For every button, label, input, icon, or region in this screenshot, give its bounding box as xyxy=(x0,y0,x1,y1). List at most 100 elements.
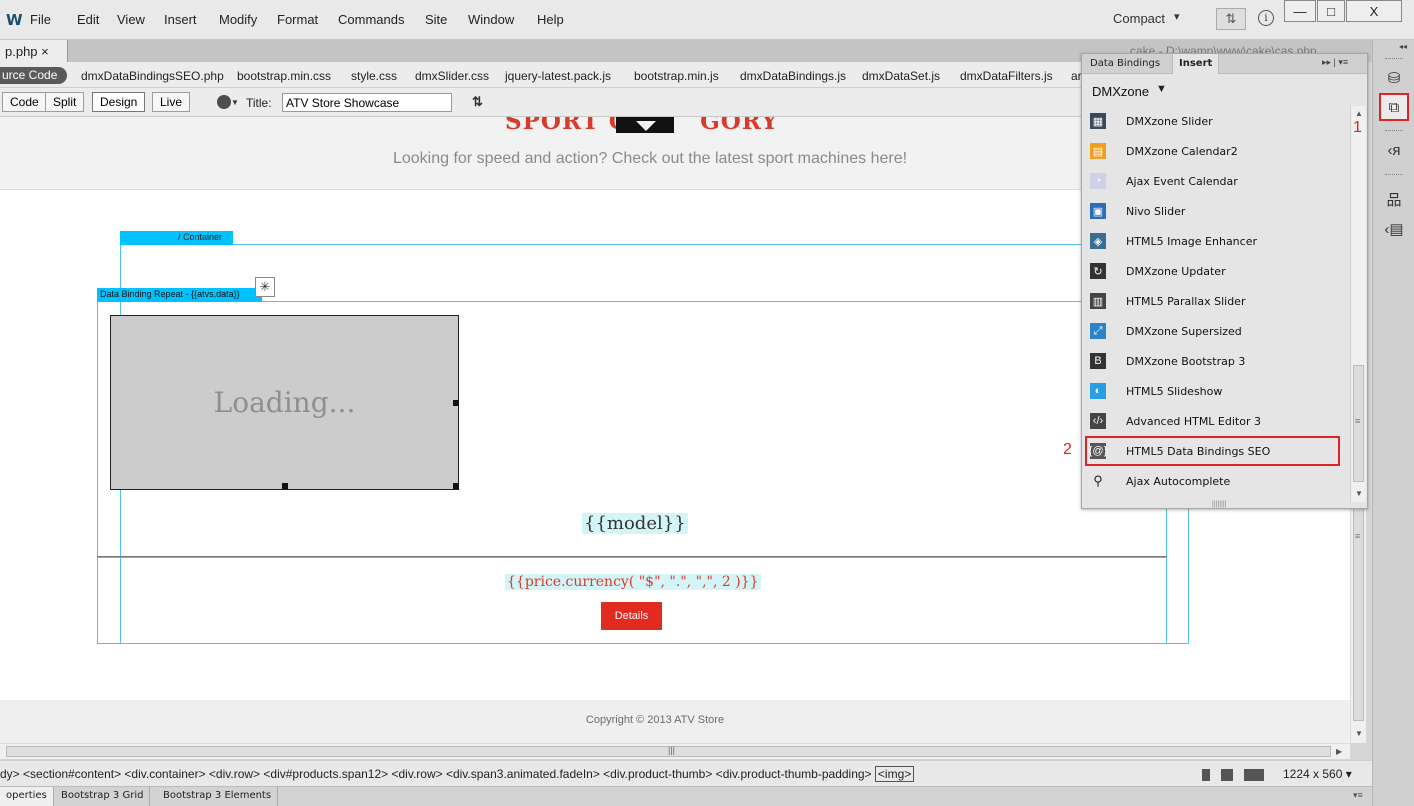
related-file[interactable]: dmxDataBindingsSEO.php xyxy=(81,69,224,83)
menu-file[interactable]: File xyxy=(30,12,51,27)
menu-site[interactable]: Site xyxy=(425,12,447,27)
related-file[interactable]: dmxDataFilters.js xyxy=(960,69,1053,83)
tag-path[interactable]: dy> <section#content> <div.container> <d… xyxy=(0,767,872,781)
insert-item[interactable]: ‹/› Advanced HTML Editor 3 xyxy=(1082,406,1350,436)
related-file[interactable]: jquery-latest.pack.js xyxy=(505,69,611,83)
workspace-switcher[interactable]: Compact xyxy=(1113,11,1165,26)
grip-icon xyxy=(1385,130,1403,133)
css-inspect-icon[interactable]: ‹ᴙ xyxy=(1379,136,1409,164)
insert-item[interactable]: ▦ DMXzone Slider xyxy=(1082,106,1350,136)
tab-insert[interactable]: Insert xyxy=(1172,54,1220,74)
menu-help[interactable]: Help xyxy=(537,12,564,27)
panel-tabs-bar: operties Bootstrap 3 Grid Bootstrap 3 El… xyxy=(0,786,1372,806)
panel-menu-icon[interactable]: ▾≡ xyxy=(1353,790,1363,801)
insert-item[interactable]: ◐ HTML5 Slideshow xyxy=(1082,376,1350,406)
category-select[interactable]: DMXzone xyxy=(1092,84,1149,99)
tab-properties[interactable]: operties xyxy=(0,787,54,806)
insert-panel-icon[interactable]: ⧉ xyxy=(1379,93,1409,121)
window-size-select[interactable]: 1224 x 560 ▾ xyxy=(1283,767,1352,781)
mobile-size-icon[interactable] xyxy=(1202,769,1210,781)
scroll-right-icon[interactable]: ▶ xyxy=(1336,747,1342,756)
event-calendar-icon: ◔ xyxy=(1090,173,1106,189)
tag-selector[interactable]: dy> <section#content> <div.container> <d… xyxy=(0,766,915,782)
related-file[interactable]: dmxDataBindings.js xyxy=(740,69,846,83)
menu-modify[interactable]: Modify xyxy=(219,12,257,27)
parallax-icon: ▥ xyxy=(1090,293,1106,309)
globe-icon[interactable] xyxy=(217,95,231,109)
database-icon[interactable]: ⛁ xyxy=(1379,64,1409,92)
scroll-down-icon[interactable]: ▼ xyxy=(1355,489,1363,498)
panel-scrollbar[interactable]: ▲ ≡ ▼ xyxy=(1350,106,1366,502)
tablet-size-icon[interactable] xyxy=(1221,769,1233,781)
container-label[interactable]: / Container xyxy=(120,231,233,245)
related-file[interactable]: bootstrap.min.css xyxy=(237,69,331,83)
snippets-icon[interactable]: ‹▤ xyxy=(1379,215,1409,243)
insert-item[interactable]: ◈ HTML5 Image Enhancer xyxy=(1082,226,1350,256)
live-view-button[interactable]: Live xyxy=(152,92,191,112)
horizontal-scrollbar[interactable]: ||| ▶ xyxy=(0,743,1350,759)
scroll-down-icon[interactable]: ▼ xyxy=(1355,729,1363,738)
split-view-button[interactable]: Split xyxy=(45,92,85,112)
related-file[interactable]: bootstrap.min.js xyxy=(634,69,719,83)
chevron-down-icon[interactable]: ▼ xyxy=(1156,83,1167,95)
menu-insert[interactable]: Insert xyxy=(164,12,197,27)
sort-icon[interactable]: ⇅ xyxy=(472,94,483,110)
calendar-icon: ▤ xyxy=(1090,143,1106,159)
insert-item[interactable]: ▥ HTML5 Parallax Slider xyxy=(1082,286,1350,316)
chevron-down-icon[interactable]: ▼ xyxy=(231,98,239,107)
panel-options-icon[interactable]: ▸▸ | ▾≡ xyxy=(1322,57,1348,68)
close-button[interactable]: X xyxy=(1346,0,1402,22)
html-editor-icon: ‹/› xyxy=(1090,413,1106,429)
model-binding[interactable]: {{model}} xyxy=(582,513,688,534)
source-code-button[interactable]: urce Code xyxy=(0,67,68,84)
insert-item[interactable]: ▣ Nivo Slider xyxy=(1082,196,1350,226)
related-files-bar: urce Code dmxDataBindingsSEO.php bootstr… xyxy=(0,62,1085,88)
supersized-icon: ⤢ xyxy=(1090,323,1106,339)
page-title-input[interactable] xyxy=(282,93,452,112)
insert-item[interactable]: ◔ Ajax Event Calendar xyxy=(1082,166,1350,196)
tab-data-bindings[interactable]: Data Bindings xyxy=(1084,54,1166,74)
code-view-button[interactable]: Code xyxy=(2,92,47,112)
insert-item[interactable]: ▤ DMXzone Calendar2 xyxy=(1082,136,1350,166)
sync-settings-icon[interactable]: ⇅ xyxy=(1216,8,1246,30)
tab-bootstrap-elements[interactable]: Bootstrap 3 Elements xyxy=(157,787,279,806)
insert-item[interactable]: ⚲ Ajax Autocomplete xyxy=(1082,466,1350,496)
img-tag[interactable]: <img> xyxy=(874,766,915,782)
menu-view[interactable]: View xyxy=(117,12,145,27)
maximize-button[interactable]: □ xyxy=(1317,0,1345,22)
menu-format[interactable]: Format xyxy=(277,12,318,27)
related-file[interactable]: style.css xyxy=(351,69,397,83)
insert-item-label: HTML5 Slideshow xyxy=(1126,384,1223,398)
image-placeholder[interactable]: Loading... xyxy=(110,315,459,490)
annotation-number: 2 xyxy=(1063,441,1072,458)
repeat-region-label[interactable]: Data Binding Repeat - {{atvs.data}} xyxy=(97,288,262,302)
chevron-down-icon[interactable]: ▾ xyxy=(1174,10,1180,23)
resize-handle[interactable] xyxy=(453,400,459,406)
resize-handle[interactable] xyxy=(282,483,288,489)
menu-window[interactable]: Window xyxy=(468,12,514,27)
insert-item[interactable]: ⤢ DMXzone Supersized xyxy=(1082,316,1350,346)
tab-bootstrap-grid[interactable]: Bootstrap 3 Grid xyxy=(55,787,151,806)
resize-handle[interactable] xyxy=(453,483,459,489)
site-map-icon[interactable]: 品 xyxy=(1379,185,1409,213)
scrollbar-thumb[interactable]: ≡ xyxy=(1353,365,1364,482)
scrollbar-thumb[interactable]: ||| xyxy=(6,745,1331,757)
document-tab[interactable]: p.php × xyxy=(0,40,68,62)
insert-item-label: HTML5 Image Enhancer xyxy=(1126,234,1257,248)
server-behavior-icon[interactable]: ✳ xyxy=(255,277,275,297)
scroll-up-icon[interactable]: ▲ xyxy=(1355,109,1363,118)
related-file[interactable]: dmxSlider.css xyxy=(415,69,489,83)
desktop-size-icon[interactable] xyxy=(1244,769,1264,781)
info-icon[interactable]: i xyxy=(1258,10,1274,26)
insert-item[interactable]: ↻ DMXzone Updater xyxy=(1082,256,1350,286)
menu-commands[interactable]: Commands xyxy=(338,12,404,27)
collapse-icon[interactable]: ◂◂ xyxy=(1399,42,1407,51)
minimize-button[interactable]: — xyxy=(1284,0,1316,22)
design-view-button[interactable]: Design xyxy=(92,92,146,112)
details-button[interactable]: Details xyxy=(601,602,662,630)
insert-item[interactable]: B DMXzone Bootstrap 3 xyxy=(1082,346,1350,376)
price-binding[interactable]: {{price.currency( "$", ".", ",", 2 )}} xyxy=(505,574,761,590)
insert-item-label: Ajax Event Calendar xyxy=(1126,174,1238,188)
menu-edit[interactable]: Edit xyxy=(77,12,99,27)
related-file[interactable]: dmxDataSet.js xyxy=(862,69,940,83)
